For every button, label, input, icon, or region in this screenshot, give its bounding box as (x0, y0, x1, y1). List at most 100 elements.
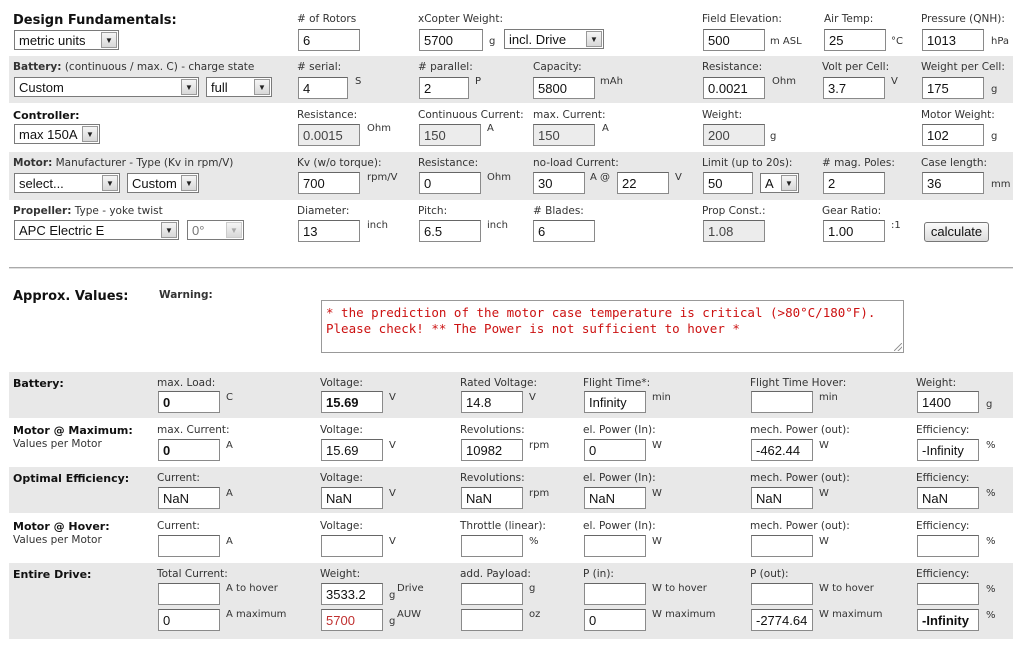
rated-output[interactable]: 14.8 (461, 391, 523, 413)
rd-payload-g-output[interactable] (461, 583, 523, 605)
rd-cur-hover-output[interactable] (158, 583, 220, 605)
ro-cur-output[interactable]: NaN (158, 487, 220, 509)
rd-cur-max-output[interactable]: 0 (158, 609, 220, 631)
rm-eff-output[interactable]: -Infinity (917, 439, 979, 461)
rd-pin-hover-output[interactable] (584, 583, 646, 605)
charge-select[interactable]: full ▼ (206, 77, 272, 97)
case-input[interactable]: 36 (922, 172, 984, 194)
ro-cur-label: Current: (157, 472, 200, 484)
noload-v-input[interactable]: 22 (617, 172, 669, 194)
rb-volt-label: Voltage: (320, 377, 363, 389)
approx-title: Approx. Values: (13, 289, 129, 304)
motor-type-value: Custom (132, 176, 177, 191)
rd-pin-max-output[interactable]: 0 (584, 609, 646, 631)
rh-volt-output[interactable] (321, 535, 383, 557)
rd-payload-oz-output[interactable] (461, 609, 523, 631)
ctrl-weight-input[interactable]: 200 (703, 124, 765, 146)
rh-pin-output[interactable] (584, 535, 646, 557)
rh-pout-output[interactable] (751, 535, 813, 557)
rd-eff-max-output[interactable]: -Infinity (917, 609, 979, 631)
rm-rev-output[interactable]: 10982 (461, 439, 523, 461)
weight-input[interactable]: 5700 (419, 29, 483, 51)
rm-pout-output[interactable]: -462.44 (751, 439, 813, 461)
press-input[interactable]: 1013 (922, 29, 984, 51)
motor-res-input[interactable]: 0 (419, 172, 481, 194)
const-input[interactable]: 1.08 (703, 220, 765, 242)
rh-eff-output[interactable] (917, 535, 979, 557)
parallel-input[interactable]: 2 (419, 77, 469, 99)
battery-subtitle: (continuous / max. C) - charge state (64, 61, 255, 73)
rd-pout-max-output[interactable]: -2774.64 (751, 609, 813, 631)
twist-value: 0° (192, 223, 205, 238)
limit-input[interactable]: 50 (703, 172, 753, 194)
load-output[interactable]: 0 (158, 391, 220, 413)
kv-input[interactable]: 700 (298, 172, 360, 194)
manufacturer-select[interactable]: select... ▼ (14, 173, 120, 193)
rd-weight-auw-output[interactable]: 5700 (321, 609, 383, 631)
wpc-input[interactable]: 175 (922, 77, 984, 99)
calculate-button[interactable]: calculate (924, 222, 989, 242)
ro-volt-output[interactable]: NaN (321, 487, 383, 509)
rm-pin-unit: W (652, 440, 662, 451)
rm-eff-label: Efficiency: (916, 424, 970, 436)
ctrl-max-input[interactable]: 150 (533, 124, 595, 146)
rm-pin-label: el. Power (In): (583, 424, 656, 436)
gear-input[interactable]: 1.00 (823, 220, 885, 242)
rotors-input[interactable]: 6 (298, 29, 360, 51)
limit-unit-select[interactable]: A ▼ (760, 173, 799, 193)
ro-eff-output[interactable]: NaN (917, 487, 979, 509)
warning-textarea[interactable]: * the prediction of the motor case tempe… (321, 300, 904, 353)
temp-input[interactable]: 25 (824, 29, 886, 51)
rb-weight-output[interactable]: 1400 (917, 391, 979, 413)
ctrl-res-input[interactable]: 0.0015 (298, 124, 360, 146)
fth-unit: min (819, 392, 838, 403)
pitch-input[interactable]: 6.5 (419, 220, 481, 242)
rd-weight-drive-unit: g (389, 590, 396, 601)
ft-unit: min (652, 392, 671, 403)
rm-cur-output[interactable]: 0 (158, 439, 220, 461)
ctrl-weight-label: Weight: (702, 109, 743, 121)
cont-input[interactable]: 150 (419, 124, 481, 146)
weight-mode-select[interactable]: incl. Drive ▼ (504, 29, 604, 49)
rd-payload-label: add. Payload: (460, 568, 531, 580)
noload-unit: A @ (590, 172, 611, 183)
units-select[interactable]: metric units ▼ (14, 30, 119, 50)
rm-volt-output[interactable]: 15.69 (321, 439, 383, 461)
rd-weight-drive-output[interactable]: 3533.2 (321, 583, 383, 605)
wpc-unit: g (991, 84, 998, 95)
cont-label: Continuous Current: (418, 109, 524, 121)
ft-output[interactable]: Infinity (584, 391, 646, 413)
volt-input[interactable]: 3.7 (823, 77, 885, 99)
motor-weight-input[interactable]: 102 (922, 124, 984, 146)
motor-type-select[interactable]: Custom ▼ (127, 173, 199, 193)
elev-input[interactable]: 500 (703, 29, 765, 51)
blades-input[interactable]: 6 (533, 220, 595, 242)
rd-eff-max-unit: % (986, 610, 996, 621)
rd-weight-label: Weight: (320, 568, 361, 580)
controller-select[interactable]: max 150A ▼ (14, 124, 100, 144)
rd-pout-hover-output[interactable] (751, 583, 813, 605)
ro-pout-output[interactable]: NaN (751, 487, 813, 509)
fth-output[interactable] (751, 391, 813, 413)
dia-input[interactable]: 13 (298, 220, 360, 242)
rm-pin-output[interactable]: 0 (584, 439, 646, 461)
capacity-input[interactable]: 5800 (533, 77, 595, 99)
noload-input[interactable]: 30 (533, 172, 585, 194)
bat-res-input[interactable]: 0.0021 (703, 77, 765, 99)
warning-text: * the prediction of the motor case tempe… (326, 305, 883, 336)
motor-title: Motor: (13, 157, 53, 169)
resize-grip-icon[interactable] (894, 343, 902, 351)
motor-subtitle: Manufacturer - Type (Kv in rpm/V) (55, 157, 234, 169)
prop-type-select[interactable]: APC Electric E ▼ (14, 220, 179, 240)
ro-pin-output[interactable]: NaN (584, 487, 646, 509)
rd-eff-hover-output[interactable] (917, 583, 979, 605)
rh-thr-output[interactable] (461, 535, 523, 557)
rh-cur-output[interactable] (158, 535, 220, 557)
battery-type-select[interactable]: Custom ▼ (14, 77, 199, 97)
gear-unit: :1 (891, 220, 901, 231)
serial-input[interactable]: 4 (298, 77, 348, 99)
ro-rev-output[interactable]: NaN (461, 487, 523, 509)
rb-volt-output[interactable]: 15.69 (321, 391, 383, 413)
poles-input[interactable]: 2 (823, 172, 885, 194)
twist-select[interactable]: 0° ▼ (187, 220, 244, 240)
